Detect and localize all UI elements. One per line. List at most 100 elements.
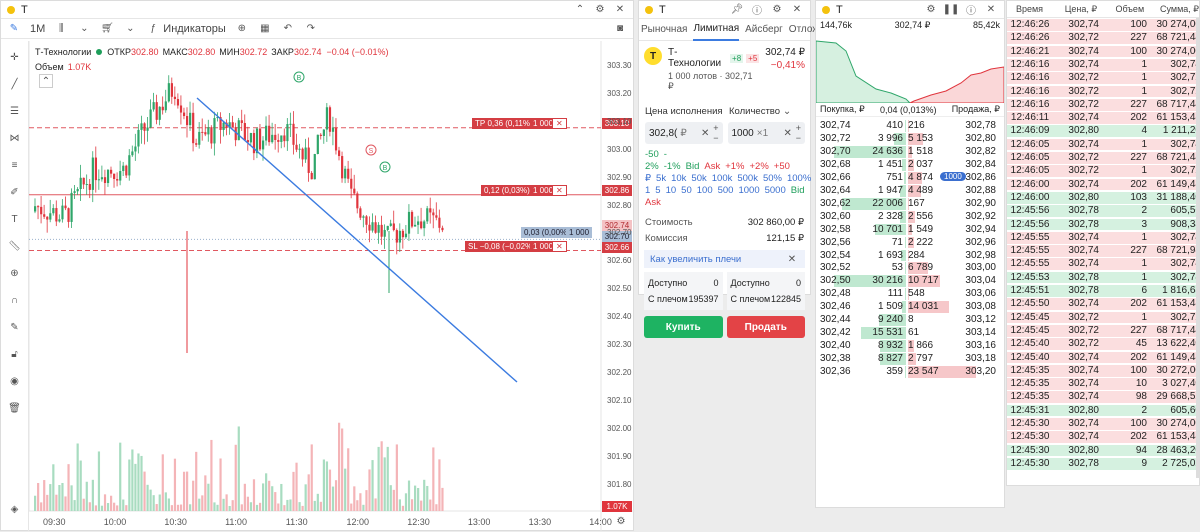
buy-button[interactable]: Купить xyxy=(644,316,723,338)
cart-icon[interactable]: 🛒︎ xyxy=(100,22,114,36)
tp-close-icon[interactable]: ✕ xyxy=(552,118,567,129)
collapse-icon[interactable]: ⌃ xyxy=(39,74,53,88)
close-icon[interactable]: ✕ xyxy=(984,3,998,17)
orderbook-row[interactable]: 302,70 24 636 1 518 302,82 xyxy=(816,145,1002,158)
chevron-down-icon[interactable]: ⌄ xyxy=(123,22,137,36)
ruler-icon[interactable]: 📏︎ xyxy=(7,238,23,254)
orderbook-row[interactable]: 302,66 751 4 874 302,86 xyxy=(816,171,1002,184)
trade-marker-b[interactable] xyxy=(379,161,391,173)
add-circle-icon[interactable]: ⊕ xyxy=(235,22,249,36)
candles-icon[interactable]: ⫼ xyxy=(54,22,68,36)
quick-qty-button[interactable]: 5000 xyxy=(765,185,786,196)
quick-qty-button[interactable]: 50 xyxy=(681,185,692,196)
position-label[interactable]: 0,12 (0,03%) xyxy=(481,185,533,196)
orderbook-row[interactable]: 302,44 9 240 8 303,12 xyxy=(816,314,1002,327)
trash-icon[interactable]: 🗑︎ xyxy=(7,400,23,416)
pause-icon[interactable]: ❚❚ xyxy=(943,3,960,17)
trades-scrollbar[interactable] xyxy=(1196,18,1199,478)
horizontal-lines-icon[interactable]: ☰ xyxy=(7,103,23,119)
orderbook-row[interactable]: 302,58 10 701 1 549 302,94 xyxy=(816,223,1002,236)
quick-sum-button[interactable]: 100k xyxy=(712,173,733,184)
pin-icon[interactable]: 📌︎ xyxy=(730,3,744,17)
pattern-icon[interactable]: ⋈ xyxy=(7,130,23,146)
qty-label[interactable]: Количество xyxy=(729,106,780,117)
quick-sum-button[interactable]: 50% xyxy=(763,173,782,184)
quick-qty-ask[interactable]: Ask xyxy=(645,197,661,208)
quick-price-button[interactable]: +1% xyxy=(725,161,744,172)
gear-icon[interactable]: ⚙ xyxy=(770,3,784,17)
orderbook-row[interactable]: 302,72 3 996 5 153 302,80 xyxy=(816,132,1002,145)
orderbook-row[interactable]: 302,52 53 6 789 303,00 xyxy=(816,262,1002,275)
clear-icon[interactable]: ✕ xyxy=(783,126,793,140)
orderbook-row[interactable]: 302,40 8 932 1 866 303,16 xyxy=(816,340,1002,353)
orderbook-row[interactable]: 302,62 22 006 167 302,90 xyxy=(816,197,1002,210)
orderbook-row[interactable]: 302,56 71 2 222 302,96 xyxy=(816,236,1002,249)
eye-icon[interactable]: ◉ xyxy=(7,373,23,389)
clear-icon[interactable]: ✕ xyxy=(700,126,710,140)
pen-lock-icon[interactable]: ✎ xyxy=(7,319,23,335)
qty-input[interactable]: 1000 ×1 ✕ + − xyxy=(727,122,805,144)
text-icon[interactable]: T xyxy=(7,211,23,227)
price-input[interactable]: 302,8( ₽ ✕ + − xyxy=(645,122,723,144)
layout-grid-icon[interactable]: ▦ xyxy=(258,22,272,36)
order-tab[interactable]: Рыночная xyxy=(641,24,687,35)
close-icon[interactable]: ✕ xyxy=(613,3,627,17)
orderbook-row[interactable]: 302,68 1 451 2 037 302,84 xyxy=(816,158,1002,171)
trendline-icon[interactable]: ╱ xyxy=(7,76,23,92)
orderbook-row[interactable]: 302,54 1 693 284 302,98 xyxy=(816,249,1002,262)
leverage-banner[interactable]: Как увеличить плечи ✕ xyxy=(644,250,805,268)
order-tab[interactable]: Айсберг xyxy=(745,24,783,35)
axis-settings-icon[interactable]: ⚙ xyxy=(614,514,628,528)
magnet-icon[interactable]: ∩ xyxy=(7,292,23,308)
sl-close-icon[interactable]: ✕ xyxy=(552,241,567,252)
orderbook-row[interactable]: 302,42 15 531 61 303,14 xyxy=(816,327,1002,340)
fib-icon[interactable]: ≡ xyxy=(7,157,23,173)
brush-icon[interactable]: ✐ xyxy=(7,184,23,200)
orderbook-row[interactable]: 302,50 30 216 10 717 303,04 xyxy=(816,275,1002,288)
price-stepper[interactable]: + − xyxy=(713,123,718,143)
indicators-button[interactable]: ƒ Индикаторы xyxy=(146,22,226,36)
orderbook-row[interactable]: 302,74 410 216 302,78 xyxy=(816,120,1002,132)
lock-icon[interactable]: 🔓︎ xyxy=(7,346,23,362)
quick-price-button[interactable]: Bid xyxy=(686,161,700,172)
quick-price-button[interactable]: -50 xyxy=(645,149,659,160)
orderbook-ticker[interactable]: T xyxy=(836,4,843,16)
redo-icon[interactable]: ↷ xyxy=(304,22,318,36)
qty-stepper[interactable]: + − xyxy=(796,123,801,143)
price-chart[interactable]: B S B xyxy=(1,1,635,532)
quick-qty-button[interactable]: 5 xyxy=(655,185,660,196)
trade-marker-b[interactable] xyxy=(293,71,305,83)
quick-sum-button[interactable]: ₽ xyxy=(645,173,651,184)
undo-icon[interactable]: ↶ xyxy=(281,22,295,36)
sl-label[interactable]: SL −0,08 (−0,02%) xyxy=(465,241,538,252)
crosshair-icon[interactable]: ✛ xyxy=(7,49,23,65)
info-icon[interactable]: ⓘ xyxy=(964,3,978,17)
my-order-badge[interactable]: 1000 xyxy=(940,171,966,181)
quick-qty-button[interactable]: 10 xyxy=(666,185,677,196)
quick-price-button[interactable]: -1% xyxy=(664,161,681,172)
timeframe-button[interactable]: 1М xyxy=(30,23,45,35)
quick-price-button[interactable]: Ask xyxy=(704,161,720,172)
orderbook-row[interactable]: 302,46 1 509 14 031 303,08 xyxy=(816,301,1002,314)
orderbook-row[interactable]: 302,38 8 827 2 797 303,18 xyxy=(816,353,1002,365)
quick-qty-button[interactable]: 1 xyxy=(645,185,650,196)
info-icon[interactable]: ⓘ xyxy=(750,3,764,17)
pencil-icon[interactable]: ✎ xyxy=(7,22,21,36)
order-ticker[interactable]: T xyxy=(659,4,666,16)
order-tab[interactable]: Лимитная xyxy=(693,19,740,41)
orderbook-row[interactable]: 302,60 2 328 2 556 302,92 xyxy=(816,210,1002,223)
chart-ticker[interactable]: T xyxy=(21,4,28,16)
quick-sum-button[interactable]: 5k xyxy=(656,173,666,184)
quick-sum-button[interactable]: 50k xyxy=(691,173,706,184)
chevron-up-icon[interactable]: ⌃ xyxy=(573,3,587,17)
quick-qty-button[interactable]: 1000 xyxy=(738,185,759,196)
chevron-down-icon[interactable]: ⌄ xyxy=(780,104,794,118)
quick-qty-button[interactable]: 500 xyxy=(718,185,734,196)
orderbook-row[interactable]: 302,48 111 548 303,06 xyxy=(816,288,1002,301)
quick-sum-button[interactable]: 500k xyxy=(737,173,758,184)
quick-qty-bid[interactable]: Bid xyxy=(791,185,805,196)
sell-button[interactable]: Продать xyxy=(726,316,805,338)
trend-line[interactable] xyxy=(196,97,518,383)
orderbook-row[interactable]: 302,36 359 23 547 303,20 xyxy=(816,366,1002,378)
gear-icon[interactable]: ⚙ xyxy=(924,3,938,17)
